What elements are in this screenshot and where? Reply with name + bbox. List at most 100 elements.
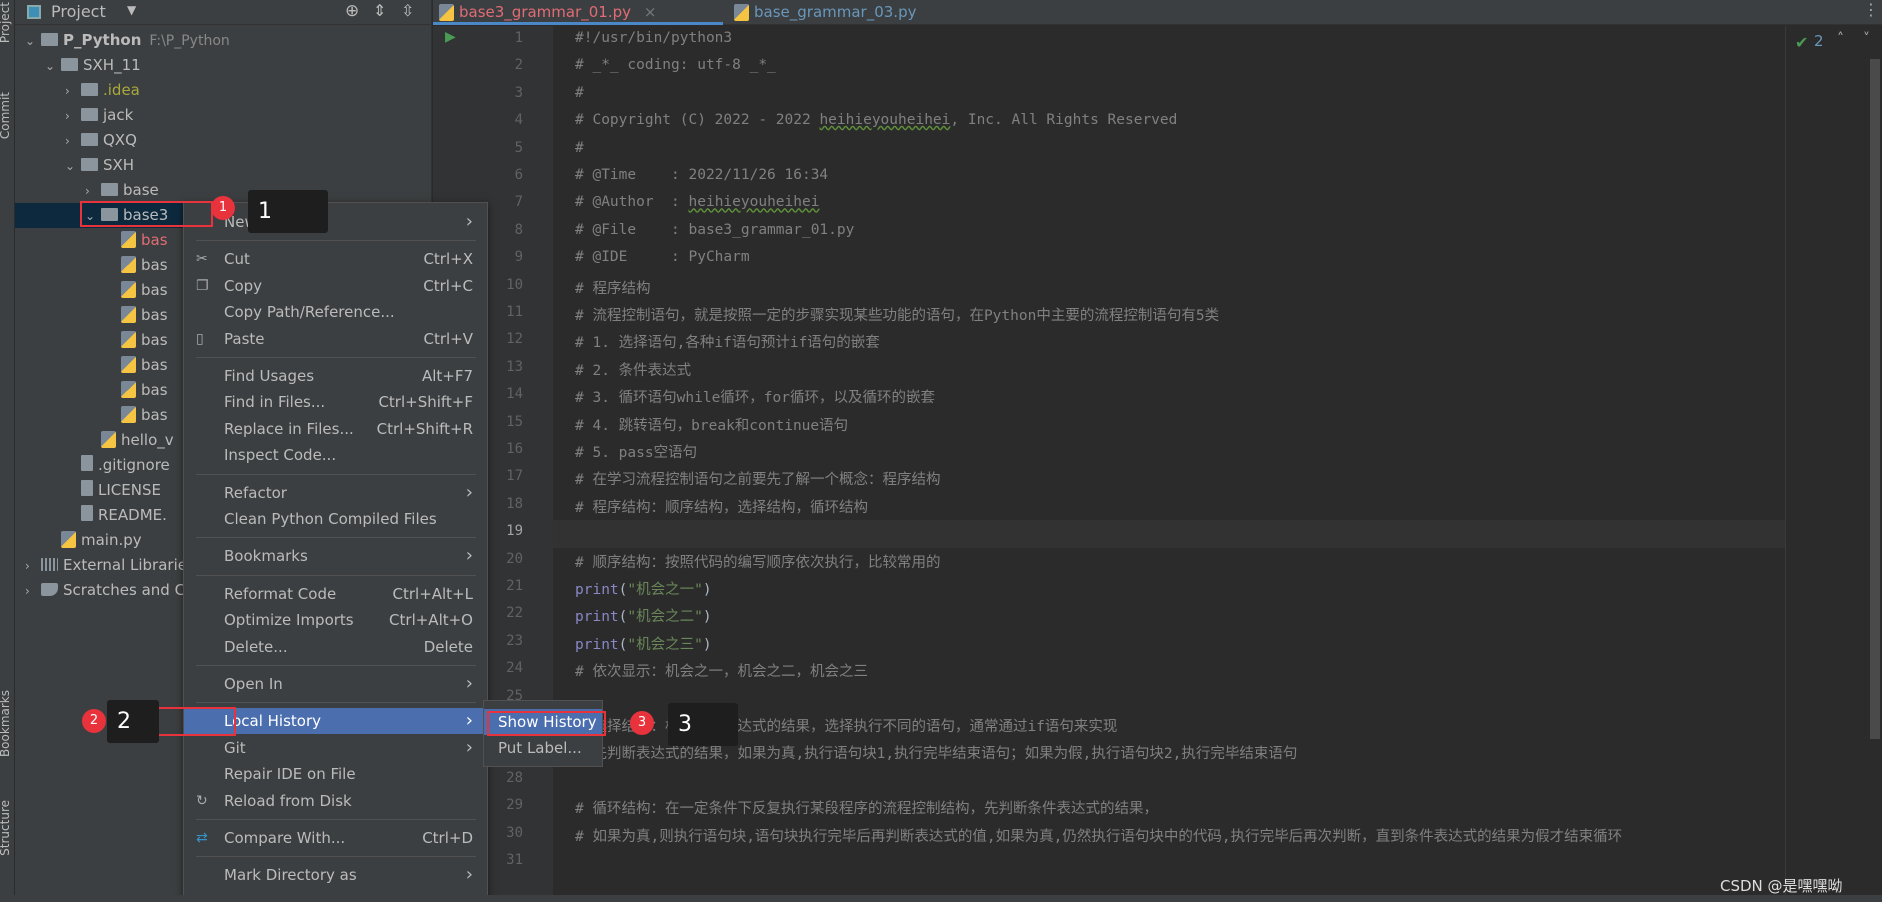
project-panel-title[interactable]: Project (51, 2, 106, 21)
code-line: # 流程控制语句，就是按照一定的步骤实现某些功能的语句，在Python中主要的流… (575, 308, 1220, 324)
menu-item-clean-python-compiled-files[interactable]: Clean Python Compiled Files (184, 506, 487, 532)
code-line: # 选择结构：根据条件表达式的结果，选择执行不同的语句，通常通过if语句来实现 (575, 719, 1118, 735)
vertical-scrollbar[interactable] (1870, 59, 1880, 739)
step-callout-2: 2 (107, 700, 159, 743)
menu-item-cut[interactable]: ✂ Cut Ctrl+X (184, 246, 487, 272)
chevron-right-icon[interactable]: › (65, 79, 81, 104)
menu-item-shortcut: Ctrl+Alt+L (392, 584, 474, 603)
menu-item-label: Local History (224, 712, 322, 731)
chevron-right-icon: › (465, 736, 473, 758)
tree-item[interactable]: ⌄ SXH (15, 153, 432, 178)
code-line: # 3. 循环语句while循环，for循环，以及循环的嵌套 (575, 390, 935, 407)
menu-item-optimize-imports[interactable]: Optimize Imports Ctrl+Alt+O (184, 607, 487, 633)
inspection-count[interactable]: 2 (1814, 32, 1824, 50)
next-highlight-icon[interactable]: ˅ (1863, 31, 1870, 47)
more-options-icon[interactable]: ⋮ (1863, 0, 1879, 19)
menu-item-compare-with[interactable]: ⇄ Compare With... Ctrl+D (184, 825, 487, 851)
tab-label: base_grammar_03.py (754, 3, 917, 21)
menu-item-put-label[interactable]: Put Label... (484, 735, 602, 761)
tree-item[interactable]: › QXQ (15, 128, 432, 153)
tab-base3-grammar-01[interactable]: base3_grammar_01.py × (433, 0, 723, 25)
menu-item-replace-in-files[interactable]: Replace in Files... Ctrl+Shift+R (184, 416, 487, 442)
chevron-right-icon[interactable]: › (65, 104, 81, 129)
menu-item-paste[interactable]: ▯ Paste Ctrl+V (184, 326, 487, 352)
library-icon (41, 558, 58, 571)
close-icon[interactable]: × (644, 3, 657, 21)
menu-item-open-in[interactable]: Open In › (184, 671, 487, 697)
menu-item-delete[interactable]: Delete... Delete (184, 634, 487, 660)
folder-icon (81, 83, 98, 96)
previous-highlight-icon[interactable]: ˄ (1837, 31, 1844, 47)
line-number: 29 (506, 797, 523, 814)
step-callout-1: 1 (248, 190, 328, 233)
tab-base-grammar-03[interactable]: base_grammar_03.py × (728, 0, 928, 45)
code-line: # 如果为真,则执行语句块,语句块执行完毕后再判断表达式的值,如果为真,仍然执行… (575, 828, 1623, 845)
code-line: # Copyright (C) 2022 - 2022 heihieyouhei… (575, 112, 1178, 129)
code-editor[interactable]: ▶ ✔ 2 ˄ ˅ 1 #!/usr/bin/python3 2 # _*_ codi… (433, 26, 1882, 895)
tool-window-structure[interactable]: Structure (0, 800, 12, 856)
menu-item-refactor[interactable]: Refactor › (184, 480, 487, 506)
tree-item-label: jack (103, 106, 134, 124)
menu-item-label: Repair IDE on File (224, 765, 356, 784)
collapse-all-icon[interactable]: ⇳ (401, 1, 414, 20)
python-file-icon (121, 231, 136, 248)
code-line: # 顺序结构：按照代码的编写顺序依次执行，比较常用的 (575, 554, 941, 571)
menu-item-label: Put Label... (498, 739, 582, 757)
menu-item-copy[interactable]: ❐ Copy Ctrl+C (184, 273, 487, 299)
menu-separator (196, 856, 476, 858)
menu-item-label: Paste (224, 329, 265, 348)
menu-item-label: Delete... (224, 637, 288, 656)
python-file-icon (121, 356, 136, 373)
code-line: print("机会之三") (575, 636, 712, 653)
text-file-icon (81, 480, 93, 496)
inspection-ok-icon[interactable]: ✔ (1795, 33, 1808, 52)
tree-item-label: External Librarie (63, 556, 187, 574)
menu-item-repair-ide-on-file[interactable]: Repair IDE on File (184, 761, 487, 787)
chevron-right-icon[interactable]: › (25, 554, 41, 579)
tool-window-commit[interactable]: Commit (0, 92, 12, 139)
folder-icon (81, 108, 98, 121)
tree-item[interactable]: ⌄ SXH_11 (15, 53, 432, 78)
menu-item-reload-from-disk[interactable]: ↻ Reload from Disk (184, 788, 487, 814)
python-file-icon (121, 256, 136, 273)
menu-item-find-usages[interactable]: Find Usages Alt+F7 (184, 363, 487, 389)
tree-item[interactable]: › .idea (15, 78, 432, 103)
menu-item-git[interactable]: Git › (184, 735, 487, 761)
folder-icon (101, 183, 118, 196)
chevron-down-icon[interactable]: ⌄ (25, 29, 41, 54)
tool-window-project[interactable]: Project (0, 2, 12, 43)
tree-item-label: base (123, 181, 159, 199)
line-number: 31 (506, 852, 523, 868)
line-number: 16 (506, 441, 523, 457)
menu-item-shortcut: Ctrl+C (423, 276, 473, 295)
text-file-icon (81, 455, 93, 471)
chevron-right-icon[interactable]: › (65, 129, 81, 154)
step-badge-2: 2 (82, 709, 106, 733)
code-line: # 4. 跳转语句，break和continue语句 (575, 417, 849, 434)
locate-icon[interactable]: ⊕ (345, 1, 359, 21)
tree-item-label: bas (141, 331, 168, 349)
menu-item-inspect-code[interactable]: Inspect Code... (184, 442, 487, 468)
expand-all-icon[interactable]: ⇕ (373, 1, 386, 20)
menu-item-label: Reformat Code (224, 584, 337, 603)
menu-item-find-in-files[interactable]: Find in Files... Ctrl+Shift+F (184, 389, 487, 415)
chevron-down-icon[interactable]: ▼ (127, 3, 136, 17)
menu-item-label: Clean Python Compiled Files (224, 510, 437, 528)
tool-window-bookmarks[interactable]: Bookmarks (0, 690, 12, 757)
tree-item[interactable]: ⌄ P_Python F:\P_Python (15, 28, 432, 53)
menu-item-label: Reload from Disk (224, 791, 352, 810)
line-number: 23 (506, 632, 523, 649)
run-icon[interactable]: ▶ (445, 29, 456, 45)
menu-item-shortcut: Alt+F7 (421, 367, 473, 385)
code-line: # 依次显示：机会之一，机会之二，机会之三 (575, 664, 868, 681)
tree-item[interactable]: › jack (15, 103, 432, 128)
menu-item-mark-directory-as[interactable]: Mark Directory as › (184, 862, 487, 888)
menu-item-copy-path-reference[interactable]: Copy Path/Reference... (184, 299, 487, 325)
chevron-down-icon[interactable]: ⌄ (65, 154, 81, 179)
chevron-down-icon[interactable]: ⌄ (45, 54, 61, 79)
menu-item-bookmarks[interactable]: Bookmarks › (184, 543, 487, 569)
chevron-right-icon[interactable]: › (25, 579, 41, 604)
menu-item-reformat-code[interactable]: Reformat Code Ctrl+Alt+L (184, 581, 487, 607)
menu-item-label: Refactor (224, 483, 287, 502)
line-number: 2 (514, 57, 523, 74)
